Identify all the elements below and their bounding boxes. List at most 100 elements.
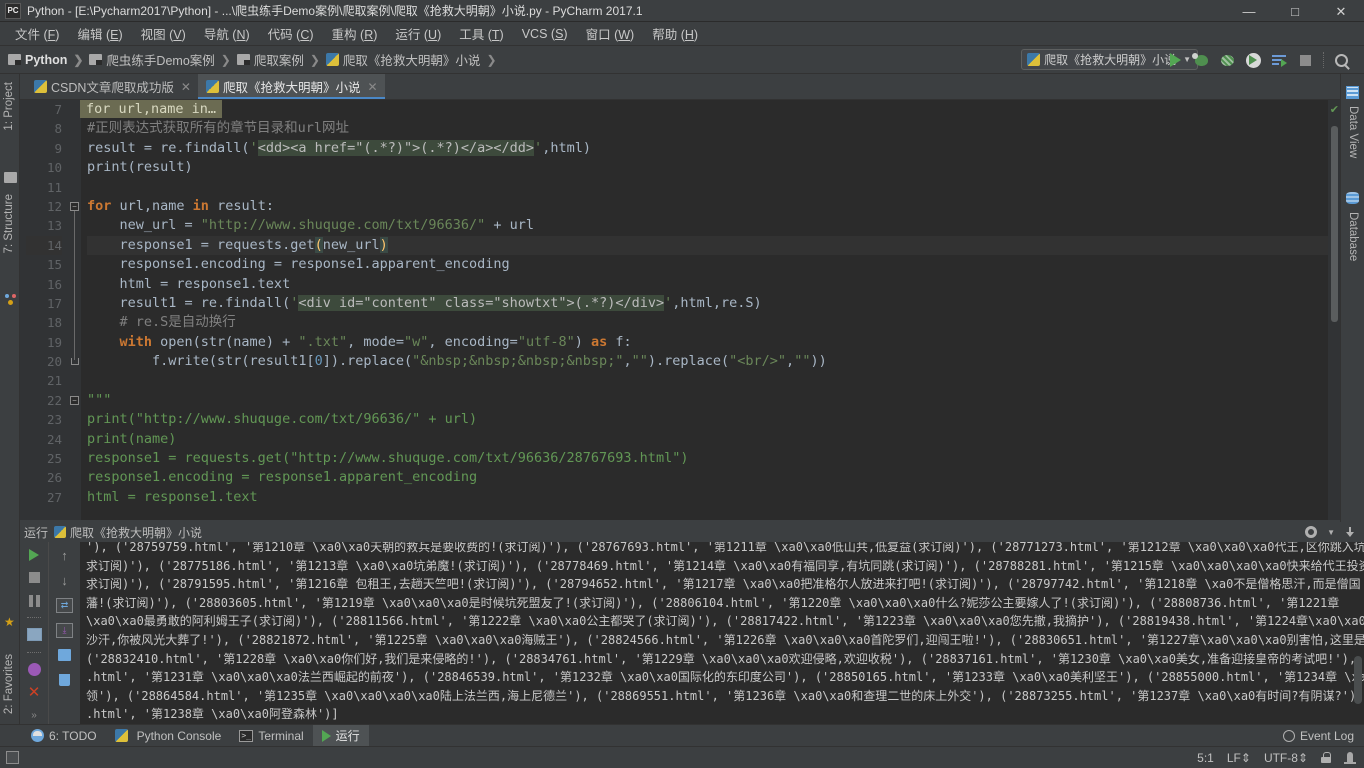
- code-line[interactable]: print(name): [87, 430, 1328, 449]
- menu-view[interactable]: 视图 (V): [132, 22, 195, 45]
- line-number: 23: [46, 412, 62, 428]
- line-separator[interactable]: LF⇕: [1227, 751, 1251, 765]
- code-line[interactable]: new_url = "http://www.shuquge.com/txt/96…: [87, 216, 1328, 235]
- event-log-button[interactable]: Event Log: [1282, 729, 1354, 743]
- code-line[interactable]: response1 = requests.get(new_url): [87, 235, 1328, 256]
- breadcrumb-item-project[interactable]: Python ❯: [8, 53, 89, 67]
- coverage-run-icon[interactable]: [1219, 52, 1236, 69]
- pin-icon[interactable]: [25, 661, 43, 678]
- expand-icon[interactable]: »: [25, 707, 43, 724]
- run-icon[interactable]: [1167, 52, 1184, 69]
- bottom-item-run[interactable]: 运行: [312, 725, 369, 746]
- code-line[interactable]: response1.encoding = response1.apparent_…: [87, 255, 1328, 274]
- sidebar-item-project[interactable]: 1: Project: [3, 82, 15, 131]
- code-line[interactable]: with open(str(name) + ".txt", mode="w", …: [87, 333, 1328, 352]
- print-settings-icon[interactable]: [25, 626, 43, 643]
- code-line[interactable]: f.write(str(result1[0]).replace("&nbsp;&…: [87, 352, 1328, 371]
- soft-wrap-icon[interactable]: ⇄: [56, 596, 74, 614]
- code-line[interactable]: html = response1.text: [87, 275, 1328, 294]
- code-line[interactable]: html = response1.text: [87, 488, 1328, 507]
- bottom-item-todo[interactable]: 6: TODO: [22, 727, 106, 745]
- tab-novel-scraper[interactable]: 爬取《抢救大明朝》小说 ✕: [197, 74, 385, 99]
- hydrant-icon[interactable]: [1344, 751, 1356, 764]
- menu-code[interactable]: 代码 (C): [259, 22, 323, 45]
- code-line[interactable]: for url,name in result:: [87, 197, 1328, 216]
- sidebar-item-database-label: Database: [1347, 212, 1359, 262]
- stop-icon[interactable]: [25, 569, 43, 586]
- console-output[interactable]: '), ('28759759.html', '第1210章 \xa0\xa0天朝…: [80, 542, 1364, 724]
- lock-icon[interactable]: [1321, 752, 1331, 763]
- code-line[interactable]: [87, 371, 1328, 390]
- file-encoding[interactable]: UTF-8⇕: [1264, 751, 1308, 765]
- caret-position[interactable]: 5:1: [1197, 751, 1214, 765]
- editor-scrollbar[interactable]: [1331, 126, 1338, 322]
- menu-navigate[interactable]: 导航 (N): [195, 22, 259, 45]
- pause-icon[interactable]: [25, 592, 43, 609]
- code-content[interactable]: #正则表达式获取所有的章节目录和url网址 result = re.findall…: [81, 100, 1328, 520]
- chevron-down-icon[interactable]: ▼: [1327, 528, 1335, 537]
- code-token: print(name): [87, 430, 177, 447]
- close-icon[interactable]: ✕: [1318, 0, 1364, 22]
- toggle-tool-windows-icon[interactable]: [6, 751, 19, 764]
- menu-tools[interactable]: 工具 (T): [450, 22, 512, 45]
- menu-window[interactable]: 窗口 (W): [577, 22, 644, 45]
- rerun-icon[interactable]: [25, 546, 43, 563]
- code-folding-gutter[interactable]: − −: [68, 100, 81, 520]
- folder-icon: [89, 54, 103, 65]
- code-line[interactable]: response1.encoding = response1.apparent_…: [87, 468, 1328, 487]
- code-line[interactable]: [87, 100, 1328, 119]
- trash-icon[interactable]: [56, 671, 74, 689]
- menu-run[interactable]: 运行 (U): [386, 22, 450, 45]
- tab-csdn[interactable]: CSDN文章爬取成功版 ✕: [26, 74, 198, 99]
- export-icon[interactable]: [1345, 526, 1356, 538]
- menu-file[interactable]: 文件 (F): [6, 22, 68, 45]
- bottom-item-terminal[interactable]: >_ Terminal: [230, 727, 312, 745]
- minimize-icon[interactable]: —: [1226, 0, 1272, 22]
- profile-icon[interactable]: [1245, 52, 1262, 69]
- stop-icon[interactable]: [1297, 52, 1314, 69]
- breadcrumb-item-file[interactable]: 爬取《抢救大明朝》小说 ❯: [325, 50, 503, 69]
- code-line[interactable]: [87, 178, 1328, 197]
- menu-refactor[interactable]: 重构 (R): [323, 22, 387, 45]
- editor-marker-bar[interactable]: ✔: [1328, 100, 1340, 520]
- close-icon[interactable]: ✕: [368, 80, 378, 94]
- gear-icon[interactable]: [1305, 526, 1318, 538]
- code-token: ]).replace(: [322, 353, 413, 370]
- down-arrow-icon[interactable]: ↓: [56, 571, 74, 589]
- print-icon[interactable]: [56, 646, 74, 664]
- fold-collapse-icon[interactable]: −: [70, 202, 79, 211]
- code-line[interactable]: print(result): [87, 158, 1328, 177]
- code-line[interactable]: response1 = requests.get("http://www.shu…: [87, 449, 1328, 468]
- close-icon[interactable]: ✕: [181, 80, 191, 94]
- debug-icon[interactable]: [1192, 52, 1210, 69]
- run-with-console-icon[interactable]: [1271, 52, 1288, 69]
- menu-help[interactable]: 帮助 (H): [643, 22, 707, 45]
- code-line[interactable]: print("http://www.shuquge.com/txt/96636/…: [87, 410, 1328, 429]
- maximize-icon[interactable]: □: [1272, 0, 1318, 22]
- sidebar-item-database[interactable]: Database: [1347, 212, 1359, 261]
- code-line[interactable]: result = re.findall('<dd><a href="(.*?)"…: [87, 139, 1328, 158]
- pycharm-window: PC Python - [E:\Pycharm2017\Python] - ..…: [0, 0, 1364, 768]
- menu-edit[interactable]: 编辑 (E): [68, 22, 131, 45]
- code-line[interactable]: result1 = re.findall('<div id="content" …: [87, 294, 1328, 313]
- up-arrow-icon[interactable]: ↑: [56, 546, 74, 564]
- code-token: f.write(str(result1[: [87, 353, 315, 370]
- code-editor[interactable]: 7 8 9 10 11 12 13 14 15 16 17 18 19 20 21 22 23 24 25 26 27 …: [20, 100, 1340, 520]
- breadcrumb-item-case[interactable]: 爬取案例 ❯: [236, 50, 326, 69]
- fold-collapse-icon[interactable]: −: [70, 396, 79, 405]
- menu-vcs[interactable]: VCS (S): [513, 25, 577, 43]
- scroll-to-end-icon[interactable]: ⤓: [56, 621, 74, 639]
- console-scrollbar[interactable]: [1354, 656, 1362, 704]
- bottom-item-python-console[interactable]: Python Console: [106, 727, 231, 745]
- sidebar-item-data-view[interactable]: Data View: [1347, 106, 1359, 158]
- breadcrumb-item-demo[interactable]: 爬虫练手Demo案例 ❯: [89, 50, 236, 69]
- code-line[interactable]: # re.S是自动换行: [87, 313, 1328, 332]
- sidebar-item-structure[interactable]: 7: Structure: [3, 194, 15, 253]
- menu-edit-mnemonic: E: [110, 28, 119, 42]
- code-token: ,: [786, 353, 795, 370]
- code-line[interactable]: #正则表达式获取所有的章节目录和url网址: [87, 119, 1328, 138]
- sidebar-item-favorites[interactable]: 2: Favorites: [3, 654, 15, 714]
- code-line[interactable]: """: [87, 391, 1328, 410]
- close-icon[interactable]: ✕: [25, 684, 43, 701]
- search-everywhere-icon[interactable]: [1333, 52, 1350, 69]
